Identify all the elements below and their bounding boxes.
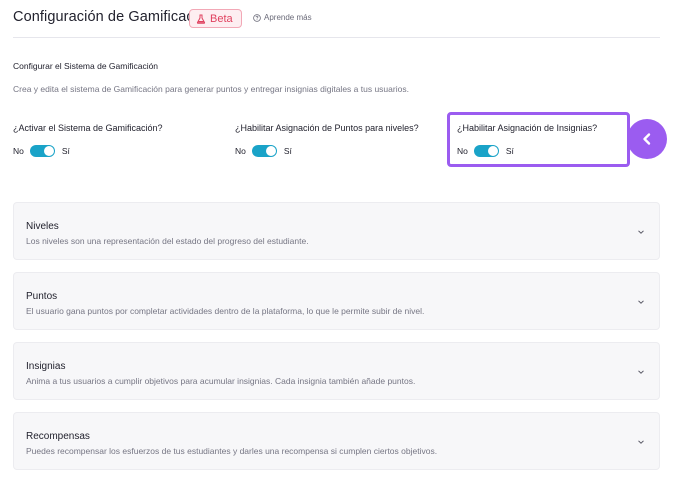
section-description: Crea y edita el sistema de Gamificación …: [13, 84, 409, 94]
card-description: Puedes recompensar los esfuerzos de tus …: [26, 446, 438, 456]
toggle-row: No Sí: [13, 145, 163, 157]
accordion-insignias[interactable]: Insignias Anima a tus usuarios a cumplir…: [13, 342, 660, 400]
toggle-off-label: No: [235, 146, 246, 156]
toggle-row: No Sí: [235, 145, 419, 157]
flask-icon: [196, 14, 206, 24]
chevron-down-icon: [638, 440, 644, 444]
help-circle-icon: [253, 13, 261, 22]
points-switch[interactable]: [251, 145, 277, 157]
accordion-puntos[interactable]: Puntos El usuario gana puntos por comple…: [13, 272, 660, 330]
card-description: Anima a tus usuarios a cumplir objetivos…: [26, 376, 416, 386]
card-description: Los niveles son una representación del e…: [26, 236, 309, 246]
learn-more-label: Aprende más: [264, 13, 312, 22]
toggle-on-label: Sí: [283, 146, 292, 156]
highlight-frame: [447, 112, 630, 167]
accordion-niveles[interactable]: Niveles Los niveles son una representaci…: [13, 202, 660, 260]
beta-badge: Beta: [189, 9, 242, 28]
toggle-on-label: Sí: [61, 146, 70, 156]
section-title: Configurar el Sistema de Gamificación: [13, 61, 159, 71]
gamification-switch[interactable]: [29, 145, 55, 157]
toggle-off-label: No: [13, 146, 24, 156]
page-header: Configuración de Gamificación Beta Apren…: [13, 8, 660, 38]
pointer-badge: [627, 119, 667, 159]
card-description: El usuario gana puntos por completar act…: [26, 306, 425, 316]
toggle-question: ¿Activar el Sistema de Gamificación?: [13, 123, 163, 133]
card-title: Recompensas: [26, 431, 90, 442]
toggle-question: ¿Habilitar Asignación de Puntos para niv…: [235, 123, 419, 133]
chevron-down-icon: [638, 230, 644, 234]
accordion-recompensas[interactable]: Recompensas Puedes recompensar los esfue…: [13, 412, 660, 470]
chevron-left-icon: [643, 133, 651, 145]
page-title: Configuración de Gamificación: [13, 9, 214, 25]
switch-knob: [43, 146, 54, 156]
beta-badge-label: Beta: [210, 12, 233, 25]
learn-more-link[interactable]: Aprende más: [253, 13, 312, 22]
chevron-down-icon: [638, 370, 644, 374]
card-title: Niveles: [26, 221, 59, 232]
card-title: Puntos: [26, 291, 58, 302]
card-title: Insignias: [26, 361, 66, 372]
toggle-group-gamification: ¿Activar el Sistema de Gamificación? No …: [13, 123, 163, 157]
toggle-group-points: ¿Habilitar Asignación de Puntos para niv…: [235, 123, 419, 157]
chevron-down-icon: [638, 300, 644, 304]
switch-knob: [265, 146, 276, 156]
